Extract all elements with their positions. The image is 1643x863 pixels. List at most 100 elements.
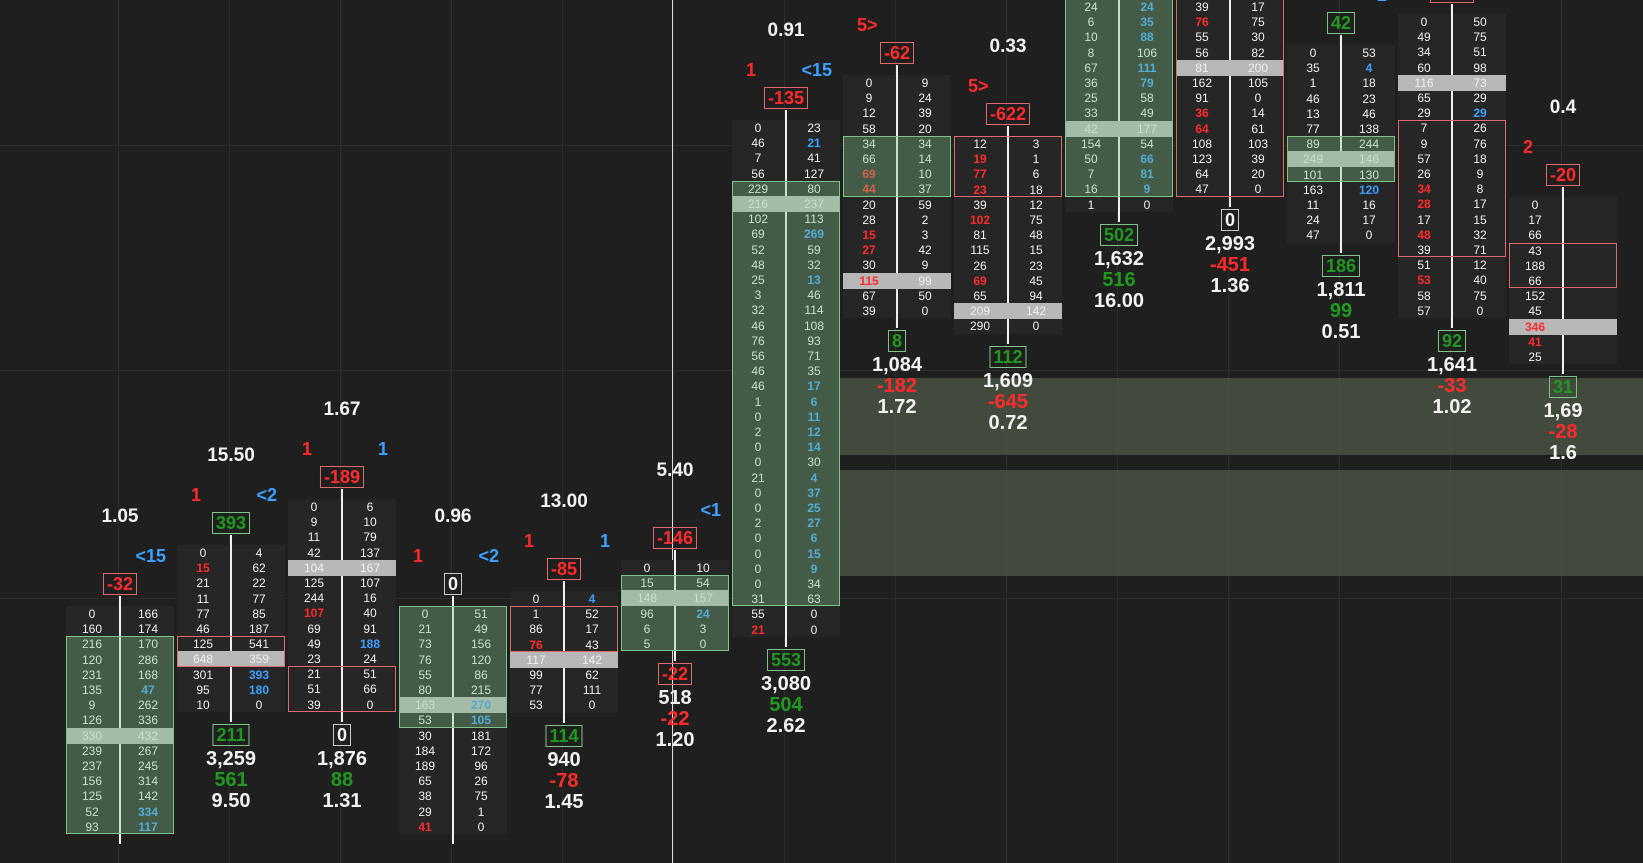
bid-volume: 55 xyxy=(751,607,765,622)
footprint-bar[interactable]: 5> -62 0 9 9 24 12 39 58 20 34 34 66 14 69 10 44 37 20 59 28… xyxy=(843,0,951,863)
bid-volume: 95 xyxy=(196,682,210,697)
ask-volume: 0 xyxy=(1365,228,1373,243)
ask-volume: 142 xyxy=(581,652,603,667)
bid-volume: 30 xyxy=(862,258,876,273)
bar-volume-delta: -28 xyxy=(1548,421,1578,444)
bid-volume: 117 xyxy=(526,652,546,667)
ask-volume: 29 xyxy=(1473,106,1487,121)
bar-delta: -146 xyxy=(652,527,698,549)
ask-volume: 75 xyxy=(1473,30,1487,45)
ask-volume: 127 xyxy=(803,166,825,181)
signal-right: 1 xyxy=(377,439,388,459)
imbalance-ratio: 0.91 xyxy=(767,20,805,41)
bid-volume: 0 xyxy=(1420,15,1428,29)
bid-volume: 13 xyxy=(1306,106,1320,121)
bar-delta: 0 xyxy=(443,573,463,595)
imbalance-box xyxy=(510,606,618,652)
price-level-row: 11 79 xyxy=(288,529,396,545)
price-level-row: 0 10 xyxy=(621,560,729,576)
footprint-bar[interactable]: 0.4 2 -20 0 17 66 43 188 66 152 45 346 41 25 31 1,69 -28… xyxy=(1509,0,1617,863)
price-level-row: 28 2 xyxy=(843,212,951,228)
price-level-row: 102 75 xyxy=(954,212,1062,228)
ask-volume: 46 xyxy=(1362,106,1376,121)
bid-volume: 163 xyxy=(1302,182,1324,197)
bid-volume: 244 xyxy=(303,591,325,606)
ask-volume: 96 xyxy=(474,759,488,773)
footprint-bar[interactable]: 1.05 <15 -32 0 166 160 174 216 170 120 286 231 168 13… xyxy=(66,0,174,863)
price-level-row: 27 42 xyxy=(843,242,951,258)
price-level-row: 25 xyxy=(1509,349,1617,365)
price-level-row: 39 0 xyxy=(843,303,951,319)
price-level-row: 09 xyxy=(843,75,951,91)
bid-volume: 46 xyxy=(751,136,765,151)
price-level-row: 95 180 xyxy=(177,682,285,698)
ask-volume: 4 xyxy=(588,592,596,606)
bar-delta: -32 xyxy=(102,573,138,595)
footprint-bar[interactable]: 1.67 1 1 -189 0 6 9 10 11 79 42 137 104 167 125 107 244 1… xyxy=(288,0,396,863)
price-level-row: 21 22 xyxy=(177,575,285,591)
ask-volume: 0 xyxy=(921,304,929,318)
bid-volume: 28 xyxy=(862,212,876,227)
imbalance-box xyxy=(843,135,951,197)
ask-volume: 0 xyxy=(1143,197,1151,212)
bid-volume: 0 xyxy=(865,76,873,90)
bottom-delta: 211 xyxy=(212,724,250,747)
footprint-bar[interactable]: 5.40 <1 -146 0 10 15 54 148 157 96 24 6 3 5 0 -22 518 -22… xyxy=(621,0,729,863)
bottom-delta: 92 xyxy=(1437,330,1467,352)
bid-volume: 15 xyxy=(862,228,876,242)
footprint-bar[interactable]: 39 17 76 75 55 30 56 82 81 200 162 105 91 0 36 14 64 61 10… xyxy=(1176,0,1284,863)
bar-delta: 393 xyxy=(211,512,251,534)
bid-volume: 189 xyxy=(414,759,436,773)
ask-volume: 16 xyxy=(363,591,377,606)
ask-volume: 12 xyxy=(1473,258,1487,273)
bottom-delta: 0 xyxy=(1220,208,1240,231)
bid-volume: 35 xyxy=(1306,61,1320,76)
footprint-bar[interactable]: <242053354118462313467713889244249146101… xyxy=(1287,0,1395,863)
footprint-bar[interactable]: 13.00 1 1 -85 0 4 1 52 86 17 76 43 117 142 99 62 77 111 53… xyxy=(510,0,618,863)
bar-volume: 1,811 xyxy=(1316,278,1366,301)
signal-left: 1 xyxy=(746,60,757,80)
bid-volume: 1 xyxy=(1087,197,1095,212)
ask-volume: 42 xyxy=(918,243,932,258)
bid-volume: 0 xyxy=(310,500,318,514)
imbalance-ratio: 1.05 xyxy=(101,506,139,527)
ask-volume: 39 xyxy=(918,106,932,121)
footprint-bar[interactable]: 0.91 1 <15 -135 0 23 46 21 7 41 56 127 229 80 216 237 10… xyxy=(732,0,840,863)
bid-volume: 39 xyxy=(973,197,987,212)
ask-volume: 59 xyxy=(918,197,932,212)
bid-volume: 69 xyxy=(973,273,987,288)
price-level-row: 125 107 xyxy=(288,575,396,591)
ask-volume: 51 xyxy=(1473,45,1487,60)
footprint-bar[interactable]: 0.33 5> -622 12 3 19 1 77 6 23 18 39 12 102 75 81 48 115 1… xyxy=(954,0,1062,863)
footprint-bar[interactable]: 24 24 6 35 10 88 8 106 67 111 36 79 25 58 33 49 42 177 154… xyxy=(1065,0,1173,863)
price-level-row: 115 15 xyxy=(954,242,1062,258)
footprint-bar[interactable]: 15.50 1 <2 393 0 4 15 62 21 22 11 77 77 85 46 187 125 541… xyxy=(177,0,285,863)
ask-volume: 50 xyxy=(1473,15,1487,29)
ask-volume: 23 xyxy=(807,121,821,135)
bid-volume: 41 xyxy=(418,819,432,834)
footprint-bar[interactable]: 0.96 1 <2 0 0 51 21 49 73 156 76 120 55 86 80 215 163 270… xyxy=(399,0,507,863)
ask-volume: 188 xyxy=(359,636,381,651)
bid-volume: 20 xyxy=(862,197,876,212)
bid-volume: 9 xyxy=(310,515,318,530)
price-level-row: 117 142 xyxy=(510,651,618,668)
price-level-row: 06 xyxy=(288,499,396,515)
ask-volume: 24 xyxy=(363,652,377,666)
bar-volume: 3,259 xyxy=(205,748,257,771)
bid-volume: 38 xyxy=(418,789,432,804)
bid-volume: 45 xyxy=(1528,304,1542,319)
imbalance-box xyxy=(66,636,174,834)
bid-volume: 125 xyxy=(303,576,325,590)
bid-volume: 9 xyxy=(865,91,873,106)
price-level-row: 346 xyxy=(1509,318,1617,335)
price-level-row: 34 51 xyxy=(1398,44,1506,60)
signal-right: <2 xyxy=(256,485,277,505)
bar-volume: 940 xyxy=(547,748,581,771)
bid-volume: 21 xyxy=(196,576,210,591)
ask-volume: 73 xyxy=(1473,75,1487,90)
bid-volume: 65 xyxy=(973,289,987,303)
ask-volume: 77 xyxy=(252,591,266,606)
bid-volume: 81 xyxy=(973,228,987,243)
price-level-row: 15 62 xyxy=(177,560,285,576)
footprint-bar[interactable]: -101050497534516098116736529292972697657… xyxy=(1398,0,1506,863)
